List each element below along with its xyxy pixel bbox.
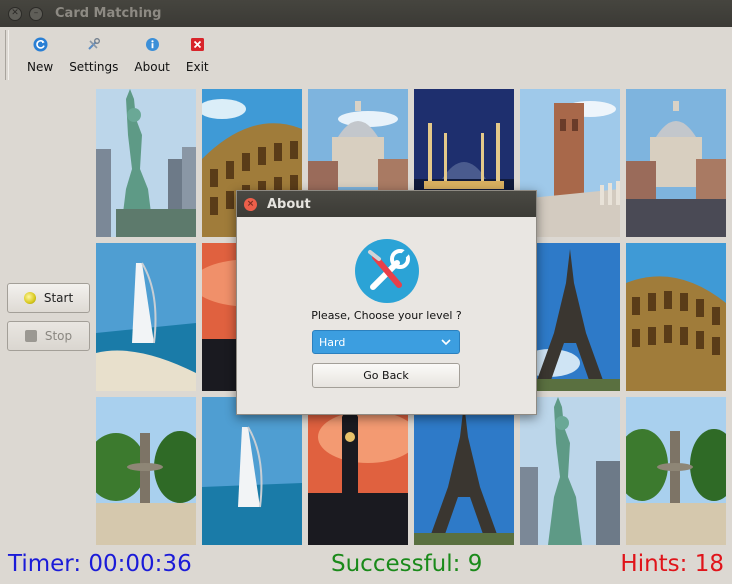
refresh-icon: [33, 37, 48, 52]
window-minimize-button[interactable]: –: [29, 6, 43, 21]
start-button[interactable]: Start: [7, 283, 90, 313]
window-close-button[interactable]: ✕: [8, 6, 22, 21]
card-colosseum[interactable]: [626, 243, 726, 391]
level-select-value: Hard: [319, 335, 346, 349]
card-fountain[interactable]: [96, 397, 196, 545]
level-select[interactable]: Hard: [312, 330, 460, 354]
about-button[interactable]: About: [126, 37, 177, 74]
toolbar: New Settings About Exit: [0, 27, 732, 82]
exit-label: Exit: [185, 60, 209, 74]
about-label: About: [134, 60, 170, 74]
hints-count: Hints: 18: [620, 551, 724, 577]
settings-label: Settings: [69, 60, 119, 74]
tools-icon: [355, 239, 419, 303]
stop-button[interactable]: Stop: [7, 321, 90, 351]
window-titlebar: ✕ – Card Matching: [0, 0, 732, 27]
tools-icon: [86, 37, 101, 52]
card-big-ben[interactable]: [308, 397, 408, 545]
dialog-body: Please, Choose your level ? Hard Go Back: [237, 217, 536, 413]
dialog-close-button[interactable]: ×: [244, 197, 257, 211]
start-icon: [23, 292, 36, 304]
level-prompt: Please, Choose your level ?: [311, 309, 462, 322]
new-label: New: [27, 60, 54, 74]
card-burj-al-arab[interactable]: [96, 243, 196, 391]
window-title: Card Matching: [55, 6, 162, 21]
dialog-titlebar: × About: [237, 191, 536, 217]
about-dialog: × About Please, Choose your level ? Hard…: [236, 190, 537, 415]
dialog-title: About: [267, 196, 311, 212]
card-burj-al-arab[interactable]: [202, 397, 302, 545]
start-label: Start: [43, 291, 74, 305]
successful-count: Successful: 9: [331, 551, 483, 577]
card-fountain[interactable]: [626, 397, 726, 545]
stop-label: Stop: [44, 329, 73, 343]
exit-button[interactable]: Exit: [178, 37, 217, 74]
card-eiffel-tower[interactable]: [414, 397, 514, 545]
timer-display: Timer: 00:00:36: [8, 551, 192, 577]
info-icon: [145, 37, 160, 52]
exit-icon: [190, 37, 205, 52]
status-bar: Timer: 00:00:36 Successful: 9 Hints: 18: [0, 548, 732, 584]
stop-icon: [24, 330, 37, 342]
card-statue-of-liberty[interactable]: [96, 89, 196, 237]
card-st-pauls-cathedral[interactable]: [626, 89, 726, 237]
chevron-down-icon: [440, 335, 452, 352]
new-button[interactable]: New: [19, 37, 61, 74]
card-statue-of-liberty[interactable]: [520, 397, 620, 545]
go-back-button[interactable]: Go Back: [312, 363, 460, 388]
toolbar-grip: [5, 30, 9, 80]
settings-button[interactable]: Settings: [61, 37, 126, 74]
